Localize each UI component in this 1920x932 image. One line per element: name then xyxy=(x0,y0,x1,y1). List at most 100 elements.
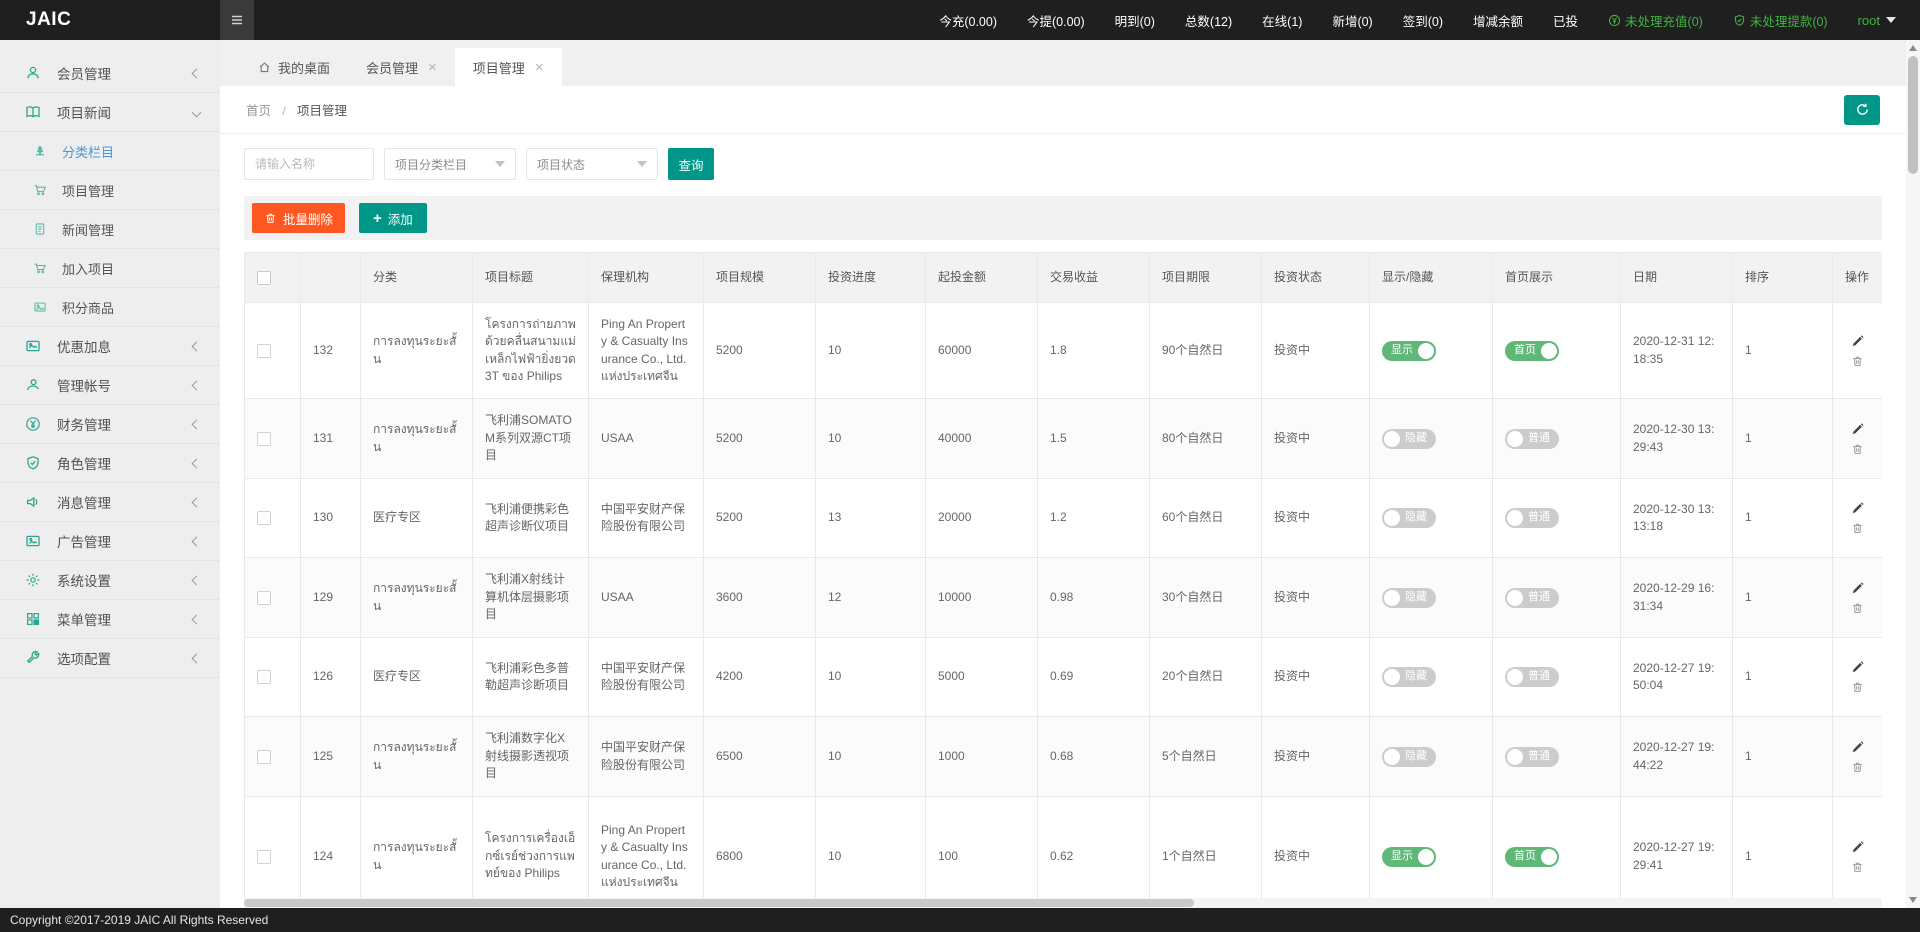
sidebar-item-finance-manage[interactable]: 财务管理 xyxy=(0,405,220,444)
row-checkbox[interactable] xyxy=(257,432,271,446)
horizontal-scrollbar[interactable] xyxy=(244,898,1882,908)
stat-today-recharge[interactable]: 今充(0.00) xyxy=(939,11,997,30)
row-checkbox[interactable] xyxy=(257,750,271,764)
sidebar-item-message-manage[interactable]: 消息管理 xyxy=(0,483,220,522)
delete-icon[interactable] xyxy=(1851,522,1864,535)
visibility-toggle[interactable]: 显示 xyxy=(1382,341,1436,361)
homepage-toggle[interactable]: 普通 xyxy=(1505,667,1559,687)
sidebar-toggle-button[interactable] xyxy=(220,0,254,40)
edit-icon[interactable] xyxy=(1851,581,1865,595)
col-progress: 投资进度 xyxy=(816,253,926,303)
cell-title: 飞利浦便携彩色超声诊断仪项目 xyxy=(473,479,589,558)
horizontal-scrollbar-thumb[interactable] xyxy=(244,899,1194,907)
select-all-checkbox[interactable] xyxy=(257,271,271,285)
speaker-icon xyxy=(25,494,41,510)
breadcrumb-home-link[interactable]: 首页 xyxy=(246,104,271,118)
topbar: JAIC 今充(0.00) 今提(0.00) 明到(0) 总数(12) 在线(1… xyxy=(0,0,1920,40)
sidebar-item-menu-manage[interactable]: 菜单管理 xyxy=(0,600,220,639)
scroll-down-arrow-icon[interactable] xyxy=(1909,897,1917,903)
delete-icon[interactable] xyxy=(1851,602,1864,615)
stat-total[interactable]: 总数(12) xyxy=(1185,11,1232,30)
chevron-left-icon xyxy=(192,653,202,663)
row-checkbox[interactable] xyxy=(257,344,271,358)
delete-icon[interactable] xyxy=(1851,355,1864,368)
refresh-button[interactable] xyxy=(1844,95,1880,125)
sidebar-item-discount-interest[interactable]: 优惠加息 xyxy=(0,327,220,366)
sidebar-item-admin-accounts[interactable]: 管理帐号 xyxy=(0,366,220,405)
homepage-toggle[interactable]: 首页 xyxy=(1505,341,1559,361)
edit-icon[interactable] xyxy=(1851,740,1865,754)
row-checkbox[interactable] xyxy=(257,591,271,605)
yen-circle-icon xyxy=(25,416,41,432)
delete-icon[interactable] xyxy=(1851,443,1864,456)
sidebar-item-project-news[interactable]: 项目新闻 xyxy=(0,93,220,132)
coupon-image-icon xyxy=(25,338,41,354)
batch-delete-button[interactable]: 批量删除 xyxy=(252,203,345,233)
sidebar-item-news-manage[interactable]: 新闻管理 xyxy=(0,210,220,249)
sidebar-item-points-goods[interactable]: 积分商品 xyxy=(0,288,220,327)
add-button[interactable]: + 添加 xyxy=(359,203,427,233)
visibility-toggle[interactable]: 隐藏 xyxy=(1382,508,1436,528)
toggle-knob xyxy=(1541,849,1557,865)
name-search-input[interactable] xyxy=(244,148,374,180)
tab-member-manage[interactable]: 会员管理 × xyxy=(348,48,455,86)
col-min-invest: 起投金额 xyxy=(926,253,1038,303)
stat-invested[interactable]: 已投 xyxy=(1553,11,1578,30)
row-checkbox[interactable] xyxy=(257,511,271,525)
user-menu[interactable]: root xyxy=(1858,13,1896,28)
edit-icon[interactable] xyxy=(1851,840,1865,854)
edit-icon[interactable] xyxy=(1851,334,1865,348)
sidebar-item-join-project[interactable]: 加入项目 xyxy=(0,249,220,288)
delete-icon[interactable] xyxy=(1851,761,1864,774)
delete-icon[interactable] xyxy=(1851,681,1864,694)
category-select[interactable]: 项目分类栏目 xyxy=(384,148,516,180)
homepage-toggle[interactable]: 普通 xyxy=(1505,508,1559,528)
row-checkbox[interactable] xyxy=(257,670,271,684)
homepage-toggle[interactable]: 普通 xyxy=(1505,588,1559,608)
sidebar-item-options-config[interactable]: 选项配置 xyxy=(0,639,220,678)
pending-recharge-alert[interactable]: 未处理充值(0) xyxy=(1608,11,1703,30)
visibility-toggle[interactable]: 隐藏 xyxy=(1382,588,1436,608)
pending-withdraw-alert[interactable]: 未处理提款(0) xyxy=(1733,11,1828,30)
stat-online[interactable]: 在线(1) xyxy=(1262,11,1302,30)
col-status: 投资状态 xyxy=(1262,253,1370,303)
visibility-toggle[interactable]: 显示 xyxy=(1382,847,1436,867)
sidebar-item-category-columns[interactable]: 分类栏目 xyxy=(0,132,220,171)
sidebar-item-ad-manage[interactable]: 广告管理 xyxy=(0,522,220,561)
vertical-scrollbar[interactable] xyxy=(1906,40,1920,908)
stat-due-tomorrow[interactable]: 明到(0) xyxy=(1115,11,1155,30)
stat-new[interactable]: 新增(0) xyxy=(1332,11,1372,30)
edit-icon[interactable] xyxy=(1851,422,1865,436)
vertical-scrollbar-thumb[interactable] xyxy=(1908,56,1918,174)
close-icon[interactable]: × xyxy=(535,60,544,75)
edit-icon[interactable] xyxy=(1851,501,1865,515)
sidebar-item-member-manage[interactable]: 会员管理 xyxy=(0,54,220,93)
search-button[interactable]: 查询 xyxy=(668,148,714,180)
delete-icon[interactable] xyxy=(1851,861,1864,874)
sidebar-item-role-manage[interactable]: 角色管理 xyxy=(0,444,220,483)
homepage-toggle[interactable]: 普通 xyxy=(1505,429,1559,449)
status-select[interactable]: 项目状态 xyxy=(526,148,658,180)
scroll-up-arrow-icon[interactable] xyxy=(1909,45,1917,51)
app-window: JAIC 今充(0.00) 今提(0.00) 明到(0) 总数(12) 在线(1… xyxy=(0,0,1920,932)
row-checkbox[interactable] xyxy=(257,850,271,864)
projects-table: 分类 项目标题 保理机构 项目规模 投资进度 起投金额 交易收益 项目期限 投资… xyxy=(244,252,1882,898)
chevron-left-icon xyxy=(192,380,202,390)
sidebar-item-system-settings[interactable]: 系统设置 xyxy=(0,561,220,600)
visibility-toggle[interactable]: 隐藏 xyxy=(1382,747,1436,767)
main-area: 我的桌面 会员管理 × 项目管理 × 首页 / 项目管理 xyxy=(220,40,1906,908)
tab-project-manage[interactable]: 项目管理 × xyxy=(455,48,562,86)
stat-signin[interactable]: 签到(0) xyxy=(1403,11,1443,30)
stat-today-withdraw[interactable]: 今提(0.00) xyxy=(1027,11,1085,30)
visibility-toggle[interactable]: 隐藏 xyxy=(1382,429,1436,449)
visibility-toggle[interactable]: 隐藏 xyxy=(1382,667,1436,687)
cell-agency: Ping An Property & Casualty Insurance Co… xyxy=(589,797,704,899)
edit-icon[interactable] xyxy=(1851,660,1865,674)
close-icon[interactable]: × xyxy=(428,60,437,75)
homepage-toggle[interactable]: 普通 xyxy=(1505,747,1559,767)
stat-balance-adjust[interactable]: 增减余额 xyxy=(1473,11,1523,30)
homepage-toggle[interactable]: 首页 xyxy=(1505,847,1559,867)
chevron-down-icon xyxy=(1886,17,1896,23)
sidebar-item-project-manage[interactable]: 项目管理 xyxy=(0,171,220,210)
tab-my-desktop[interactable]: 我的桌面 xyxy=(240,48,348,86)
